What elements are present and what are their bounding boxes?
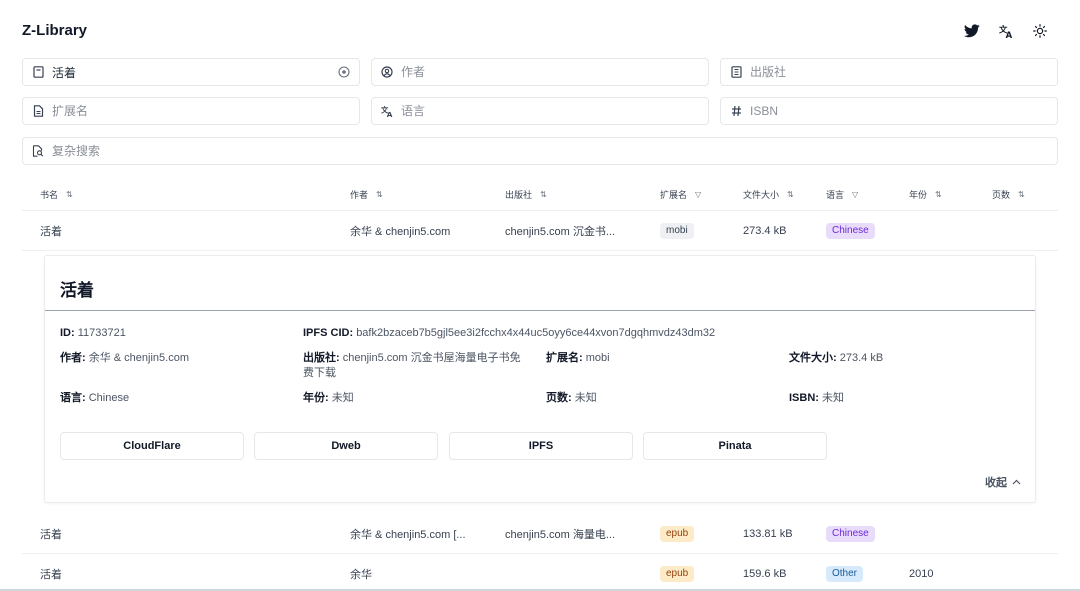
cell-publisher <box>505 554 650 591</box>
book-detail-panel: 活着 ID: 11733721 IPFS CID: bafk2bzaceb7b5… <box>44 255 1036 503</box>
download-dweb-button[interactable]: Dweb <box>254 432 438 460</box>
column-header-year[interactable]: 年份 ⇅ <box>909 179 942 209</box>
column-header-size[interactable]: 文件大小 ⇅ <box>743 179 794 209</box>
table-row[interactable]: 活着 余华 & chenjin5.com [... chenjin5.com 海… <box>22 514 1058 554</box>
cell-language: Chinese <box>826 514 875 553</box>
sort-icon[interactable]: ⇅ <box>935 190 942 199</box>
clear-icon[interactable] <box>337 65 351 79</box>
sort-icon[interactable]: ⇅ <box>376 190 383 199</box>
column-header-title[interactable]: 书名 ⇅ <box>40 179 73 209</box>
language-search-input[interactable] <box>401 104 700 118</box>
detail-ipfs-cid: IPFS CID: bafk2bzaceb7b5gjl5ee3i2fcchx4x… <box>303 327 716 339</box>
detail-id: ID: 11733721 <box>60 327 126 339</box>
download-pinata-button[interactable]: Pinata <box>643 432 827 460</box>
cell-publisher: chenjin5.com 海量电... <box>505 528 616 541</box>
cell-size: 159.6 kB <box>743 567 787 580</box>
language-badge: Chinese <box>826 525 875 542</box>
cell-title: 活着 <box>40 568 62 581</box>
detail-size: 文件大小: 273.4 kB <box>789 352 884 364</box>
cell-extension: epub <box>660 514 695 553</box>
divider <box>45 310 1035 311</box>
column-header-extension[interactable]: 扩展名 ▽ <box>660 179 701 209</box>
svg-text:A: A <box>386 110 392 118</box>
sort-icon[interactable]: ⇅ <box>66 190 73 199</box>
book-icon <box>31 65 45 79</box>
isbn-search-field <box>720 97 1058 125</box>
building-icon <box>729 65 743 79</box>
file-search-icon <box>31 144 45 158</box>
complex-search-field <box>22 137 1058 165</box>
sun-icon[interactable] <box>1030 21 1050 41</box>
detail-language: 语言: Chinese <box>60 392 130 404</box>
detail-title: 活着 <box>60 281 94 300</box>
column-header-pages[interactable]: 页数 ⇅ <box>992 179 1025 209</box>
author-search-field <box>371 58 709 86</box>
cell-author: 余华 & chenjin5.com [... <box>350 528 466 541</box>
filter-icon[interactable]: ▽ <box>695 190 701 199</box>
sort-icon[interactable]: ⇅ <box>787 190 794 199</box>
collapse-button[interactable]: 收起 <box>985 474 1021 490</box>
extension-search-input[interactable] <box>52 104 351 118</box>
language-badge: Other <box>826 565 864 582</box>
app-title: Z-Library <box>22 22 88 39</box>
results-table-header: 书名 ⇅ 作者 ⇅ 出版社 ⇅ 扩展名 ▽ 文件大小 ⇅ 语言 ▽ 年份 ⇅ 页数 ⇅ <box>22 179 1058 211</box>
cell-author: 余华 <box>350 568 372 581</box>
translate-icon[interactable]: 文A <box>996 21 1016 41</box>
detail-pages: 页数: 未知 <box>546 392 597 404</box>
cell-language: Chinese <box>826 211 875 250</box>
isbn-search-input[interactable] <box>750 104 1049 118</box>
filter-icon[interactable]: ▽ <box>852 190 858 199</box>
table-row[interactable]: 活着 余华 epub 159.6 kB Other 2010 <box>22 554 1058 590</box>
translate-icon: 文A <box>380 104 394 118</box>
cell-size: 133.81 kB <box>743 527 793 540</box>
extension-badge: mobi <box>660 222 694 239</box>
cell-extension: epub <box>660 554 695 591</box>
language-badge: Chinese <box>826 222 875 239</box>
publisher-search-input[interactable] <box>750 65 1049 79</box>
cell-language: Other <box>826 554 864 591</box>
table-row[interactable]: 活着 余华 & chenjin5.com chenjin5.com 沉金书...… <box>22 211 1058 251</box>
cell-size: 273.4 kB <box>743 224 787 237</box>
detail-author: 作者: 余华 & chenjin5.com <box>60 352 189 364</box>
header-actions: 文A <box>962 21 1050 41</box>
cell-year: 2010 <box>909 567 934 580</box>
download-ipfs-button[interactable]: IPFS <box>449 432 633 460</box>
cell-publisher: chenjin5.com 沉金书... <box>505 225 616 238</box>
user-circle-icon <box>380 65 394 79</box>
sort-icon[interactable]: ⇅ <box>540 190 547 199</box>
publisher-search-field <box>720 58 1058 86</box>
app-header: Z-Library 文A <box>22 20 1058 42</box>
detail-publisher: 出版社: chenjin5.com 沉金书屋海量电子书免费下载 <box>303 352 521 379</box>
sort-icon[interactable]: ⇅ <box>1018 190 1025 199</box>
file-icon <box>31 104 45 118</box>
title-search-field <box>22 58 360 86</box>
author-search-input[interactable] <box>401 65 700 79</box>
cell-author: 余华 & chenjin5.com <box>350 225 451 238</box>
hash-icon <box>729 104 743 118</box>
cell-extension: mobi <box>660 211 694 250</box>
column-header-language[interactable]: 语言 ▽ <box>826 179 858 209</box>
extension-badge: epub <box>660 525 695 542</box>
twitter-icon[interactable] <box>962 21 982 41</box>
detail-year: 年份: 未知 <box>303 392 354 404</box>
complex-search-input[interactable] <box>52 144 1049 158</box>
title-search-input[interactable] <box>52 65 337 79</box>
language-search-field: 文A <box>371 97 709 125</box>
detail-extension: 扩展名: mobi <box>546 352 610 364</box>
extension-search-field <box>22 97 360 125</box>
download-cloudflare-button[interactable]: CloudFlare <box>60 432 244 460</box>
detail-isbn: ISBN: 未知 <box>789 392 845 404</box>
chevron-up-icon <box>1012 476 1021 488</box>
extension-badge: epub <box>660 565 695 582</box>
column-header-author[interactable]: 作者 ⇅ <box>350 179 383 209</box>
cell-title: 活着 <box>40 528 62 541</box>
svg-text:A: A <box>1005 30 1012 39</box>
cell-title: 活着 <box>40 225 62 238</box>
column-header-publisher[interactable]: 出版社 ⇅ <box>505 179 547 209</box>
